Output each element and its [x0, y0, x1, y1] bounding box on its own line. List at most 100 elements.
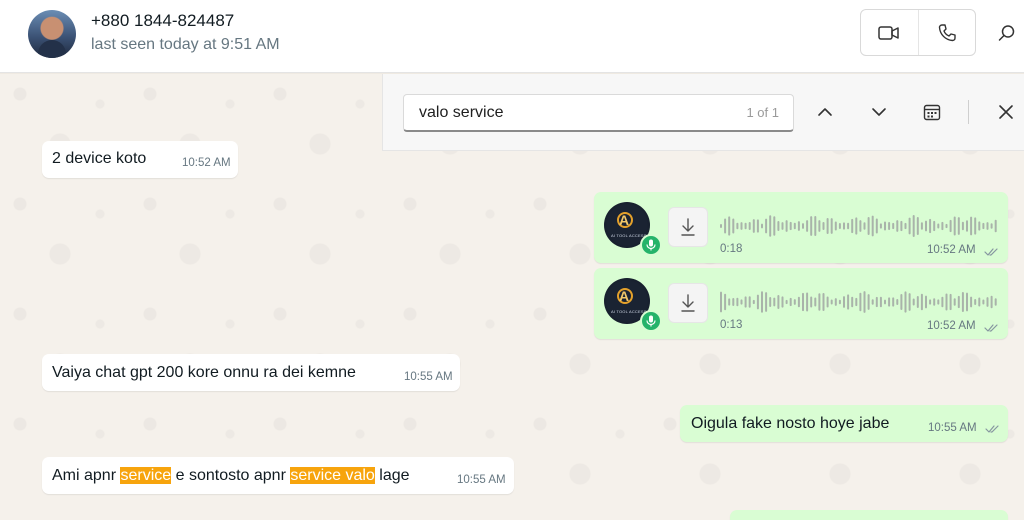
waveform-bar: [859, 292, 862, 312]
download-button[interactable]: [668, 283, 708, 323]
waveform-bar: [937, 223, 940, 229]
waveform-bar: [724, 218, 727, 234]
waveform-bar: [830, 299, 833, 305]
message-time: 10:55 AM: [404, 371, 453, 383]
contact-name[interactable]: +880 1844-824487: [91, 11, 234, 31]
waveform-bar: [896, 298, 899, 306]
waveform-bar: [781, 222, 784, 230]
waveform-bar: [851, 296, 854, 308]
waveform-bar: [949, 293, 952, 311]
message-search-panel: valo service 1 of 1: [382, 74, 1024, 151]
waveform-bar: [982, 299, 985, 305]
message-text: Vaiya chat gpt 200 kore onnu ra dei kemn…: [52, 364, 356, 381]
next-result-button[interactable]: [865, 98, 893, 126]
waveform-bar: [773, 297, 776, 307]
message-incoming[interactable]: Ami apnr service e sontosto apnr service…: [42, 457, 514, 494]
waveform-bar: [884, 299, 886, 305]
waveform[interactable]: [720, 214, 1000, 238]
waveform-bar: [838, 223, 841, 229]
waveform-bar: [736, 222, 739, 230]
waveform-bar: [896, 220, 899, 232]
voice-call-icon: [938, 23, 956, 41]
waveform-bar: [847, 222, 850, 230]
waveform-bar: [879, 296, 882, 308]
message-outgoing[interactable]: Oigula fake nosto hoye jabe 10:55 AM: [680, 405, 1008, 442]
message-outgoing-partial[interactable]: [730, 510, 1008, 520]
message-incoming[interactable]: Vaiya chat gpt 200 kore onnu ra dei kemn…: [42, 354, 460, 391]
waveform-bar: [851, 218, 854, 234]
voice-message-outgoing[interactable]: A AI TOOL ACCESS 0:18 10:52 AM: [594, 192, 1008, 263]
waveform-bar: [925, 295, 927, 309]
logo-letter: A: [619, 288, 630, 304]
waveform-bar: [724, 293, 727, 311]
header-search-button[interactable]: [994, 20, 1020, 46]
waveform-bar: [752, 219, 755, 233]
search-icon: [998, 25, 1015, 41]
waveform-bar: [838, 299, 841, 305]
waveform[interactable]: [720, 290, 1000, 314]
waveform-bar: [961, 292, 964, 312]
waveform-bar: [945, 293, 948, 311]
waveform-bar: [937, 299, 940, 305]
download-button[interactable]: [668, 207, 708, 247]
close-search-button[interactable]: [992, 98, 1020, 126]
waveform-bar: [781, 296, 784, 308]
waveform-bar: [867, 217, 870, 235]
waveform-bar: [843, 296, 845, 308]
message-incoming[interactable]: 2 device koto 10:52 AM: [42, 141, 238, 178]
voice-call-button[interactable]: [917, 10, 976, 55]
waveform-bar: [875, 218, 878, 234]
waveform-bar: [732, 297, 735, 307]
search-query: valo service: [419, 104, 504, 121]
message-text: 2 device koto: [52, 150, 147, 167]
waveform-bar: [994, 298, 997, 306]
logo-letter: A: [619, 212, 630, 228]
waveform-bar: [761, 223, 763, 229]
waveform-bar: [740, 299, 743, 305]
contact-status: last seen today at 9:51 AM: [91, 36, 280, 53]
waveform-bar: [994, 219, 997, 233]
waveform-bar: [785, 220, 788, 232]
waveform-bar: [855, 297, 858, 307]
waveform-bar: [748, 296, 751, 308]
waveform-bar: [941, 221, 944, 231]
search-highlight: service: [120, 467, 172, 484]
waveform-bar: [966, 220, 968, 232]
waveform-bar: [900, 294, 903, 310]
waveform-bar: [748, 222, 751, 230]
waveform-bar: [806, 220, 809, 232]
waveform-bar: [978, 297, 981, 307]
waveform-bar: [789, 297, 792, 307]
waveform-bar: [929, 218, 932, 234]
waveform-bar: [916, 296, 919, 308]
waveform-bar: [720, 224, 722, 228]
waveform-bar: [834, 298, 837, 306]
waveform-bar: [933, 298, 936, 306]
previous-result-button[interactable]: [811, 98, 839, 126]
voice-message-outgoing[interactable]: A AI TOOL ACCESS 0:13 10:52 AM: [594, 268, 1008, 339]
waveform-bar: [814, 215, 817, 237]
search-input[interactable]: valo service 1 of 1: [403, 94, 794, 132]
waveform-bar: [867, 294, 870, 310]
contact-avatar[interactable]: [28, 10, 76, 58]
waveform-bar: [810, 216, 813, 236]
waveform-bar: [826, 296, 829, 308]
waveform-bar: [908, 217, 911, 235]
waveform-bar: [769, 215, 772, 237]
waveform-bar: [920, 222, 923, 230]
waveform-bar: [884, 221, 886, 231]
waveform-bar: [863, 291, 866, 313]
waveform-bar: [818, 293, 821, 311]
waveform-bar: [802, 223, 804, 229]
waveform-bar: [966, 292, 968, 312]
search-by-date-button[interactable]: [918, 98, 946, 126]
waveform-bar: [756, 219, 759, 233]
waveform-bar: [744, 296, 747, 308]
waveform-bar: [925, 220, 927, 232]
search-panel-divider: [968, 100, 969, 124]
waveform-bar: [793, 222, 796, 230]
waveform-bar: [810, 296, 813, 308]
video-call-button[interactable]: [861, 10, 918, 55]
microphone-icon: [646, 239, 656, 251]
read-receipt-icon: [984, 248, 998, 256]
